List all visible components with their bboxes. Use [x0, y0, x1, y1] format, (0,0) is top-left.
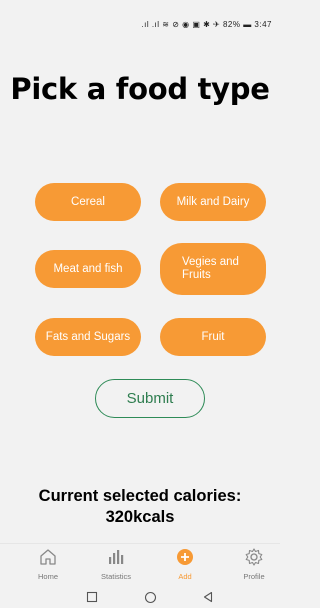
food-type-cereal-button[interactable]: Cereal [35, 183, 141, 221]
food-type-vegies-and-fruits-button[interactable]: Vegies and Fruits [160, 243, 266, 295]
back-triangle-icon[interactable] [200, 589, 216, 605]
page-title: Pick a food type [10, 72, 270, 106]
food-type-fats-and-sugars-button[interactable]: Fats and Sugars [35, 318, 141, 356]
recent-apps-icon[interactable] [84, 589, 100, 605]
nav-item-add[interactable]: Add [157, 546, 213, 586]
bottom-nav: Home Statistics Add Profile [0, 543, 280, 585]
nav-label-add: Add [178, 572, 192, 581]
home-icon [37, 546, 59, 568]
system-navigation-bar [0, 586, 280, 608]
food-type-meat-and-fish-button[interactable]: Meat and fish [35, 250, 141, 288]
submit-button[interactable]: Submit [95, 379, 205, 418]
food-type-milk-and-dairy-button[interactable]: Milk and Dairy [160, 183, 266, 221]
bar-chart-icon [105, 546, 127, 568]
nav-item-home[interactable]: Home [20, 546, 76, 586]
nav-label-home: Home [37, 572, 58, 581]
calories-value: 320kcals [105, 508, 175, 526]
status-indicators: .ıl .ıl ≋ ⊘ ◉ ▣ ✱ ✈ 82% ▬ 3:47 [141, 20, 272, 29]
home-circle-icon[interactable] [142, 589, 158, 605]
status-bar: .ıl .ıl ≋ ⊘ ◉ ▣ ✱ ✈ 82% ▬ 3:47 [0, 0, 280, 56]
gear-icon [243, 546, 265, 568]
add-circle-icon [174, 546, 196, 568]
nav-item-profile[interactable]: Profile [226, 546, 282, 586]
nav-item-statistics[interactable]: Statistics [88, 546, 144, 586]
calories-label: Current selected calories: [38, 487, 242, 505]
nav-label-profile: Profile [243, 572, 265, 581]
calories-summary: Current selected calories: 320kcals [0, 486, 280, 528]
nav-label-statistics: Statistics [100, 572, 131, 581]
food-type-fruit-button[interactable]: Fruit [160, 318, 266, 356]
